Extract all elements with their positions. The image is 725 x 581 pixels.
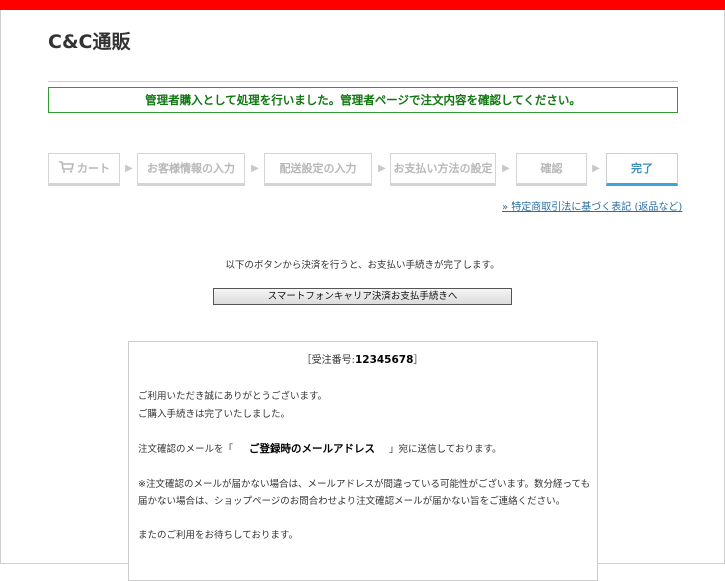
checkout-steps: カート ▶ お客様情報の入力 ▶ 配送設定の入力 ▶ お支払い方法の設定 ▶ 確… — [48, 153, 678, 189]
step-arrow-icon: ▶ — [251, 163, 259, 174]
order-suffix: ］ — [413, 355, 424, 366]
step-arrow-icon: ▶ — [592, 163, 600, 174]
admin-notice: 管理者購入として処理を行いました。管理者ページで注文内容を確認してください。 — [48, 87, 678, 113]
registered-email: ご登録時のメールアドレス — [249, 443, 376, 455]
step-customer-info: お客様情報の入力 — [137, 153, 245, 186]
step-label: 確認 — [540, 162, 563, 175]
mail-suffix: 」宛に送信しております。 — [389, 444, 502, 455]
mail-sent-line: 注文確認のメールを「 ご登録時のメールアドレス 」宛に送信しております。 — [138, 441, 502, 456]
step-cart: カート — [48, 153, 120, 186]
step-label: 配送設定の入力 — [279, 162, 357, 175]
shop-logo[interactable]: C&C通販 — [48, 27, 130, 54]
warning-line-1: ※注文確認のメールが届かない場合は、メールアドレスが間違っている可能性がございま… — [138, 479, 591, 490]
thanks-line-2: ご購入手続きは完了いたしました。 — [138, 409, 291, 420]
top-accent-bar — [0, 0, 725, 10]
step-arrow-icon: ▶ — [502, 163, 510, 174]
legal-notice-link[interactable]: » 特定商取引法に基づく表記 (返品など) — [502, 198, 682, 213]
step-label: お支払い方法の設定 — [393, 162, 493, 175]
step-complete: 完了 — [606, 153, 678, 186]
step-label: お客様情報の入力 — [147, 162, 235, 175]
step-arrow-icon: ▶ — [378, 163, 386, 174]
confirmation-box — [128, 341, 598, 581]
closing-line: またのご利用をお待ちしております。 — [138, 530, 298, 541]
step-label: 完了 — [631, 162, 653, 175]
step-label: カート — [77, 162, 110, 175]
header-divider — [48, 81, 678, 82]
payment-instruction: 以下のボタンから決済を行うと、お支払い手続きが完了します。 — [225, 260, 500, 271]
order-prefix: ［受注番号: — [301, 355, 355, 366]
order-number: ［受注番号:12345678］ — [0, 351, 725, 366]
step-payment-method: お支払い方法の設定 — [390, 153, 496, 186]
order-number-value: 12345678 — [354, 354, 414, 366]
mail-prefix: 注文確認のメールを「 — [138, 444, 234, 455]
cart-icon — [59, 161, 74, 173]
step-arrow-icon: ▶ — [125, 163, 133, 174]
warning-line-2: 届かない場合は、ショップページのお問合わせより注文確認メールが届かない旨をご連絡… — [138, 496, 566, 507]
step-confirm: 確認 — [516, 153, 587, 186]
carrier-payment-button[interactable]: スマートフォンキャリア決済お支払手続きへ — [213, 288, 512, 305]
thanks-line-1: ご利用いただき誠にありがとうございます。 — [138, 391, 328, 402]
step-shipping: 配送設定の入力 — [264, 153, 372, 186]
